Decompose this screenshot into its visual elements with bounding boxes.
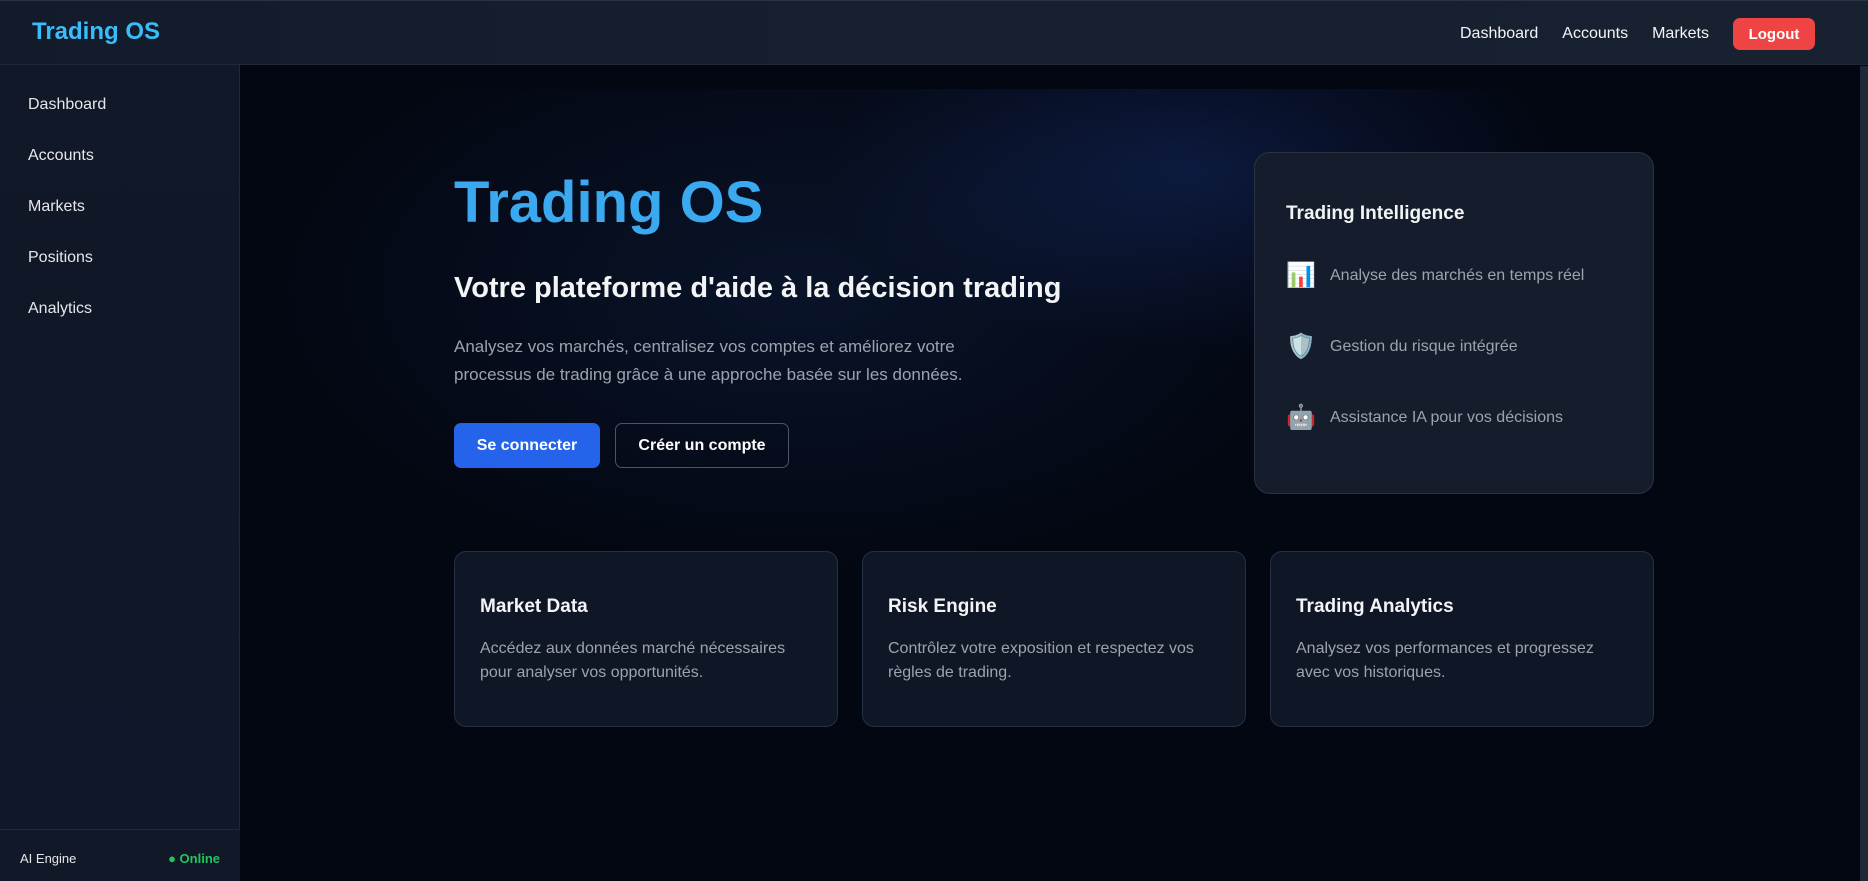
shield-icon: 🛡️ [1286,333,1316,360]
feature-card-trading-analytics: Trading Analytics Analysez vos performan… [1270,551,1654,727]
feature-description: Contrôlez votre exposition et respectez … [888,640,1194,681]
trading-intelligence-card: Trading Intelligence 📊 Analyse des march… [1254,152,1654,494]
main-content: Trading OS Votre plateforme d'aide à la … [241,66,1868,881]
sidebar-item-positions[interactable]: Positions [28,249,93,267]
create-account-button[interactable]: Créer un compte [615,423,789,468]
intelligence-item-text: Gestion du risque intégrée [1330,337,1518,355]
brand-logo[interactable]: Trading OS [32,18,160,46]
feature-card-market-data: Market Data Accédez aux données marché n… [454,551,838,727]
sidebar-item-dashboard[interactable]: Dashboard [28,96,106,114]
sidebar-footer: AI Engine ● Online [0,829,240,881]
feature-description: Analysez vos performances et progressez … [1296,640,1594,681]
hero-section: Trading OS Votre plateforme d'aide à la … [241,89,1868,881]
hero-description: Analysez vos marchés, centralisez vos co… [454,337,963,384]
feature-title: Risk Engine [888,596,997,617]
intelligence-item: 📊 Analyse des marchés en temps réel [1286,261,1584,290]
feature-title: Trading Analytics [1296,596,1454,617]
bar-chart-icon: 📊 [1286,262,1316,289]
feature-title: Market Data [480,596,588,617]
vertical-scrollbar[interactable] [1860,66,1868,881]
topnav-accounts-link[interactable]: Accounts [1562,18,1628,50]
logout-button[interactable]: Logout [1733,18,1815,50]
sidebar: Dashboard Accounts Markets Positions Ana… [0,65,240,881]
intelligence-item-text: Assistance IA pour vos décisions [1330,408,1564,426]
sidebar-item-markets[interactable]: Markets [28,198,85,216]
topnav-dashboard-link[interactable]: Dashboard [1460,18,1538,50]
top-nav: Dashboard Accounts Markets Logout [1460,18,1815,50]
intelligence-title: Trading Intelligence [1286,203,1465,224]
hero-subtitle: Votre plateforme d'aide à la décision tr… [454,272,1062,304]
intelligence-item: 🛡️ Gestion du risque intégrée [1286,332,1518,361]
robot-icon: 🤖 [1286,404,1316,431]
sidebar-item-accounts[interactable]: Accounts [28,147,94,165]
sidebar-item-analytics[interactable]: Analytics [28,300,92,318]
feature-description: Accédez aux données marché nécessaires p… [480,640,786,681]
hero-title: Trading OS [454,170,764,235]
feature-card-risk-engine: Risk Engine Contrôlez votre exposition e… [862,551,1246,727]
topnav-markets-link[interactable]: Markets [1652,18,1709,50]
top-navbar: Trading OS Dashboard Accounts Markets Lo… [0,0,1868,65]
intelligence-item-text: Analyse des marchés en temps réel [1330,266,1585,284]
ai-engine-status-badge: ● Online [168,851,220,866]
intelligence-item: 🤖 Assistance IA pour vos décisions [1286,403,1563,432]
ai-engine-label: AI Engine [20,851,77,866]
login-button[interactable]: Se connecter [454,423,600,468]
